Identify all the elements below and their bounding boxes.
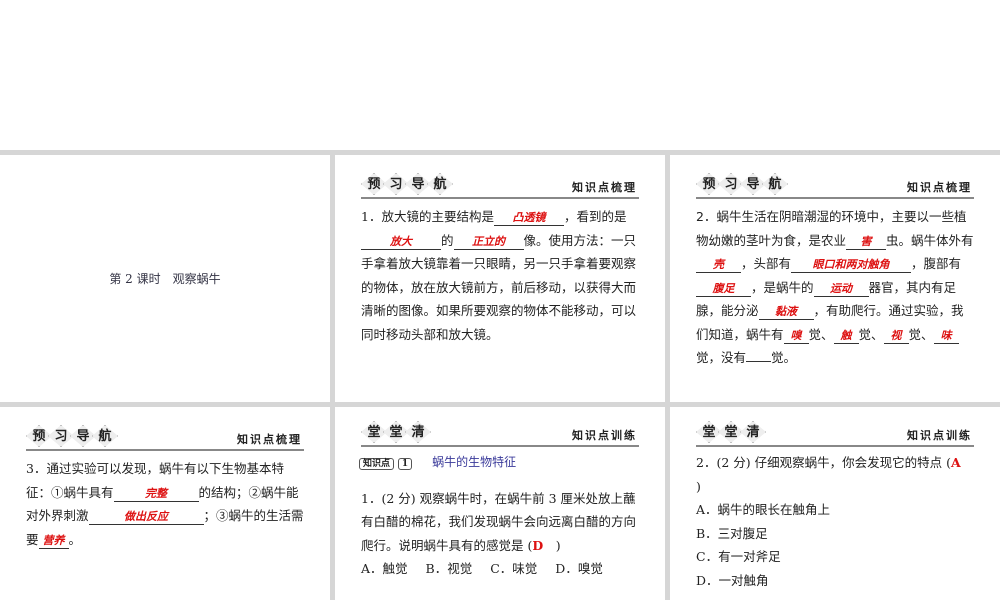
- text: 营养: [38, 534, 69, 549]
- text: 壳: [696, 258, 741, 273]
- text: 知识点梳理: [907, 181, 972, 194]
- text: 知识点训练: [572, 429, 637, 442]
- answer: A: [950, 455, 961, 470]
- slide-q3[interactable]: 预习导航知识点梳理 3．通过实验可以发现，蜗牛有以下生物基本特征：①蜗牛具有 完整…: [0, 407, 330, 600]
- class-header: 堂堂清知识点训练: [361, 421, 639, 447]
- text: 完整: [113, 487, 199, 502]
- slide-q1[interactable]: 预习导航知识点梳理 1．放大镜的主要结构是 凸透镜 ，看到的是放大的正立的 像。使用方…: [335, 155, 665, 402]
- question-text: 3．通过实验可以发现，蜗牛有以下生物基本特征：①蜗牛具有 完整 的结构；②蜗牛能对外…: [26, 457, 306, 551]
- text: 觉、: [808, 326, 834, 342]
- preview-header: 预习导航知识点梳理: [361, 173, 639, 199]
- text: 蜗牛的生物特征: [432, 455, 517, 469]
- text: 2．(2 分) 仔细观察蜗牛，你会发现它的特点 (: [696, 455, 951, 470]
- slide-exercise-2[interactable]: 堂堂清知识点训练 2．(2 分) 仔细观察蜗牛，你会发现它的特点 (A) A．蜗…: [670, 407, 1000, 600]
- text: 知识点梳理: [237, 433, 302, 446]
- slide-cover[interactable]: 第 2 课时 观察蜗牛: [0, 155, 330, 402]
- top-blank-area: [0, 0, 1000, 150]
- text: 觉。: [771, 350, 797, 365]
- answer: D: [532, 537, 544, 553]
- text: 的: [441, 232, 454, 248]
- slide-q2[interactable]: 预习导航知识点梳理 2．蜗牛生活在阴暗潮湿的环境中，主要以一些植物幼嫩的茎叶为食…: [670, 155, 1000, 402]
- option: A．蜗牛的眼长在触角上: [696, 502, 831, 517]
- text: 虫。蜗牛体外有: [886, 232, 974, 248]
- badge-char: 航: [427, 173, 453, 195]
- text: 1: [397, 458, 413, 470]
- text: D．嗅觉: [555, 561, 603, 576]
- text: 味: [933, 329, 959, 344]
- preview-header: 预习导航知识点梳理: [26, 425, 304, 451]
- text: 做出反应: [88, 510, 204, 525]
- knowledge-point: 知识点 1 蜗牛的生物特征: [359, 451, 641, 477]
- text: 嗅: [783, 329, 809, 344]
- text: B．视觉: [425, 561, 473, 576]
- text: 清: [740, 421, 766, 443]
- text: ，腹部有: [911, 256, 962, 271]
- text: 眼口和两对触角: [791, 258, 912, 273]
- preview-header: 预习导航知识点梳理: [696, 173, 974, 199]
- class-header: 堂堂清知识点训练: [696, 421, 974, 447]
- answer: 凸透镜: [493, 211, 564, 226]
- text: 运动: [813, 282, 869, 297]
- text: 觉、: [908, 326, 934, 342]
- text: 害: [846, 235, 887, 250]
- text: 触: [833, 329, 859, 344]
- text: ): [555, 537, 561, 553]
- text: 2．蜗牛生活在阴暗潮湿的环境中: [696, 209, 879, 224]
- text: 觉，没有: [696, 350, 747, 365]
- text: 黏液: [758, 305, 814, 320]
- text: A．触觉: [361, 561, 408, 576]
- text: 觉、: [858, 326, 884, 342]
- text: 航: [92, 425, 118, 447]
- option: B．三对腹足: [696, 525, 768, 541]
- text: 知识点训练: [907, 429, 972, 442]
- exercise: 2．(2 分) 仔细观察蜗牛，你会发现它的特点 (A) A．蜗牛的眼长在触角上 …: [696, 451, 976, 592]
- slide-exercise-1[interactable]: 堂堂清知识点训练 知识点 1 蜗牛的生物特征 1．(2 分) 观察蜗牛时，在蜗牛前…: [335, 407, 665, 600]
- text: 知识点: [359, 458, 395, 470]
- text: ): [696, 478, 701, 494]
- option: C．有一对斧足: [696, 549, 781, 564]
- answer: 放大: [361, 235, 441, 250]
- section-label: 知识点梳理: [572, 181, 637, 194]
- text: ，看到的是: [563, 209, 627, 224]
- text: 1．(2 分) 观察蜗牛时，在蜗牛前 3 厘米处放上蘸有白醋的棉花，我们发现蜗牛…: [361, 490, 637, 553]
- text: 清: [405, 421, 431, 443]
- text: ，头部有: [741, 256, 792, 271]
- text: 视: [883, 329, 909, 344]
- text: 腹足: [696, 282, 751, 297]
- text: C．味觉: [490, 561, 538, 576]
- text: ，是蜗牛的: [751, 279, 814, 295]
- answer: 正立的: [453, 235, 524, 250]
- lesson-title: 第 2 课时 观察蜗牛: [109, 272, 221, 286]
- question-text: 1．放大镜的主要结构是 凸透镜 ，看到的是放大的正立的 像。使用方法：一只手拿着放大镜…: [361, 205, 641, 346]
- exercise: 知识点 1 蜗牛的生物特征 1．(2 分) 观察蜗牛时，在蜗牛前 3 厘米处放上蘸…: [359, 449, 641, 581]
- text: 。: [68, 531, 82, 547]
- text: 1．放大镜的主要结构是: [361, 209, 494, 224]
- question-text: 2．蜗牛生活在阴暗潮湿的环境中，主要以一些植物幼嫩的茎叶为食，是农业害虫。蜗牛体…: [696, 205, 976, 370]
- option: D．一对触角: [696, 572, 769, 588]
- text: 航: [762, 173, 788, 195]
